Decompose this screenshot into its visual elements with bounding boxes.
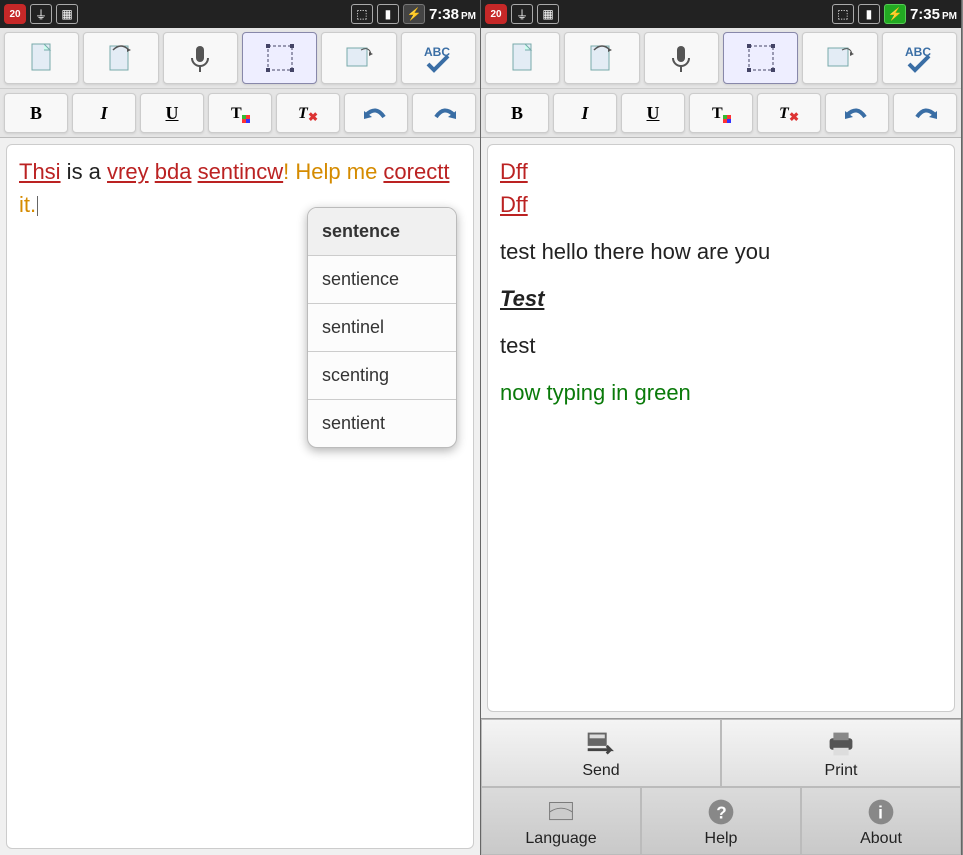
clear-format-button[interactable]: T✖ (276, 93, 340, 133)
notification-badge[interactable]: 20 (4, 4, 26, 24)
menu-label: About (860, 830, 902, 848)
underline-button[interactable]: U (621, 93, 685, 133)
text-color-button[interactable]: T (208, 93, 272, 133)
usb-icon: ⏚ (30, 4, 52, 24)
voice-input-button[interactable] (644, 32, 719, 84)
italic-button[interactable]: I (553, 93, 617, 133)
options-menu: Send Print Language ? Help i About (481, 718, 961, 855)
svg-text:✖: ✖ (789, 110, 799, 124)
suggestion-item[interactable]: sentience (308, 256, 456, 304)
format-toolbar: B I U T T✖ (0, 89, 480, 138)
suggestion-item[interactable]: scenting (308, 352, 456, 400)
menu-language[interactable]: Language (481, 787, 641, 855)
undo-button[interactable] (825, 93, 889, 133)
bold-button[interactable]: B (485, 93, 549, 133)
italic-button[interactable]: I (72, 93, 136, 133)
misspelled-word[interactable]: bda (155, 159, 192, 184)
misspelled-word[interactable]: Dff (500, 159, 528, 184)
spellcheck-button[interactable]: ABC (882, 32, 957, 84)
text-editor[interactable]: Dff Dff test hello there how are you Tes… (487, 144, 955, 712)
bold-button[interactable]: B (4, 93, 68, 133)
new-doc-button[interactable] (4, 32, 79, 84)
insert-image-button[interactable] (802, 32, 877, 84)
main-toolbar: ABC (481, 28, 961, 89)
wifi-icon: ⬚ (351, 4, 373, 24)
phone-left: 20 ⏚ ▦ ⬚ ▮ ⚡ 7:38PM ABC B I U T T✖ Thsi … (0, 0, 481, 855)
battery-charging-icon: ⚡ (884, 4, 906, 24)
redo-button[interactable] (412, 93, 476, 133)
svg-text:?: ? (716, 804, 726, 823)
text-editor[interactable]: Thsi is a vrey bda sentincw! Help me cor… (6, 144, 474, 849)
select-tool-button[interactable] (242, 32, 317, 84)
notification-badge[interactable]: 20 (485, 4, 507, 24)
debug-icon: ▦ (56, 4, 78, 24)
suggestion-item[interactable]: sentient (308, 400, 456, 447)
menu-label: Print (825, 762, 858, 780)
menu-about[interactable]: i About (801, 787, 961, 855)
format-toolbar: B I U T T✖ (481, 89, 961, 138)
svg-text:T: T (231, 105, 242, 122)
svg-text:✖: ✖ (308, 110, 318, 124)
clock: 7:38PM (429, 6, 476, 23)
svg-text:T: T (712, 105, 723, 122)
signal-icon: ▮ (858, 4, 880, 24)
menu-help[interactable]: ? Help (641, 787, 801, 855)
text-color-button[interactable]: T (689, 93, 753, 133)
undo-button[interactable] (344, 93, 408, 133)
menu-print[interactable]: Print (721, 719, 961, 787)
editor-line: now typing in green (500, 376, 942, 409)
battery-charging-icon: ⚡ (403, 4, 425, 24)
new-doc-button[interactable] (485, 32, 560, 84)
redo-button[interactable] (893, 93, 957, 133)
status-bar: 20 ⏚ ▦ ⬚ ▮ ⚡ 7:35PM (481, 0, 961, 28)
open-doc-button[interactable] (83, 32, 158, 84)
misspelled-word[interactable]: vrey (107, 159, 149, 184)
spelling-suggestions-popup: sentence sentience sentinel scenting sen… (307, 207, 457, 448)
misspelled-word[interactable]: Dff (500, 192, 528, 217)
debug-icon: ▦ (537, 4, 559, 24)
clock: 7:35PM (910, 6, 957, 23)
menu-label: Help (705, 830, 738, 848)
svg-text:i: i (878, 804, 883, 823)
misspelled-word[interactable]: sentincw (198, 159, 284, 184)
misspelled-word[interactable]: corectt (383, 159, 449, 184)
suggestion-item[interactable]: sentence (308, 208, 456, 256)
main-toolbar: ABC (0, 28, 480, 89)
open-doc-button[interactable] (564, 32, 639, 84)
suggestion-item[interactable]: sentinel (308, 304, 456, 352)
menu-label: Send (582, 762, 619, 780)
usb-icon: ⏚ (511, 4, 533, 24)
misspelled-word[interactable]: Thsi (19, 159, 61, 184)
wifi-icon: ⬚ (832, 4, 854, 24)
phone-right: 20 ⏚ ▦ ⬚ ▮ ⚡ 7:35PM ABC B I U T T✖ Dff D… (481, 0, 962, 855)
spellcheck-button[interactable]: ABC (401, 32, 476, 84)
insert-image-button[interactable] (321, 32, 396, 84)
status-bar: 20 ⏚ ▦ ⬚ ▮ ⚡ 7:38PM (0, 0, 480, 28)
editor-line: test hello there how are you (500, 235, 942, 268)
clear-format-button[interactable]: T✖ (757, 93, 821, 133)
menu-send[interactable]: Send (481, 719, 721, 787)
underline-button[interactable]: U (140, 93, 204, 133)
voice-input-button[interactable] (163, 32, 238, 84)
menu-label: Language (525, 830, 596, 848)
select-tool-button[interactable] (723, 32, 798, 84)
editor-line: test (500, 329, 942, 362)
editor-line: Test (500, 282, 942, 315)
signal-icon: ▮ (377, 4, 399, 24)
